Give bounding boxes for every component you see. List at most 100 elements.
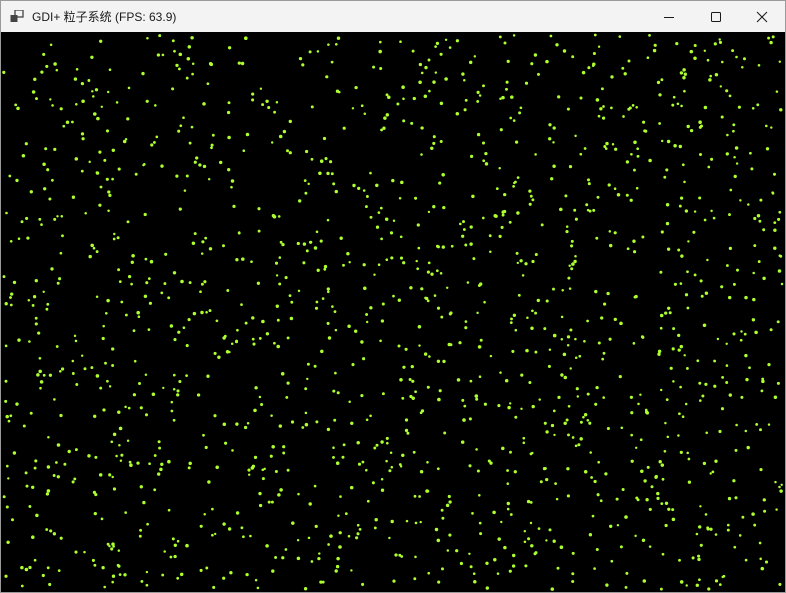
particle [522, 436, 526, 440]
particle [377, 263, 381, 266]
close-button[interactable] [739, 1, 785, 32]
particle [610, 106, 613, 110]
particle [348, 260, 351, 264]
particle [185, 76, 189, 80]
particle [182, 326, 186, 330]
particle [108, 385, 112, 388]
particle [384, 217, 389, 221]
particle [177, 67, 181, 71]
particle [625, 160, 630, 164]
particle [483, 402, 487, 406]
particle [222, 576, 226, 580]
particle [623, 72, 627, 76]
particle [506, 469, 510, 472]
particle [187, 466, 191, 470]
particle [202, 102, 206, 106]
particle [672, 327, 676, 331]
particle [338, 531, 342, 535]
particle [185, 174, 189, 178]
particle [780, 483, 783, 487]
minimize-button[interactable] [646, 1, 692, 32]
particle-field [1, 32, 785, 592]
particle [15, 402, 19, 406]
particle [625, 571, 629, 575]
particle [369, 306, 373, 310]
particle [534, 153, 537, 156]
particle [83, 550, 86, 554]
particle [621, 487, 625, 492]
particle [338, 545, 342, 549]
particle [170, 409, 174, 413]
particle [519, 259, 523, 263]
particle [714, 459, 718, 463]
particle [350, 569, 353, 572]
particle [601, 357, 605, 361]
particle [164, 252, 168, 256]
particle [53, 217, 57, 221]
particle [563, 375, 568, 380]
particle [365, 320, 369, 324]
particle [162, 386, 165, 390]
particle [46, 489, 51, 493]
particle [326, 290, 330, 294]
particle [571, 436, 575, 439]
particle [603, 302, 607, 306]
particle [401, 453, 405, 458]
maximize-button[interactable] [693, 1, 739, 32]
particle [314, 306, 319, 310]
particle [369, 171, 372, 175]
particle [118, 426, 123, 431]
particle [695, 532, 699, 536]
particle [46, 168, 50, 172]
particle [664, 421, 667, 425]
particle [773, 228, 777, 232]
particle [718, 40, 723, 44]
particle [631, 104, 635, 107]
particle [728, 393, 733, 397]
particle [373, 526, 377, 530]
particle [668, 311, 672, 315]
particle [489, 354, 493, 358]
particle [330, 60, 334, 64]
particle [261, 319, 265, 324]
particle [760, 389, 764, 393]
particle [685, 584, 688, 587]
particle [308, 502, 312, 506]
particle [160, 164, 164, 168]
particle [157, 472, 161, 476]
particle [636, 147, 640, 151]
particle [334, 371, 337, 375]
particle [615, 497, 619, 501]
particle [383, 116, 387, 120]
particle [619, 545, 623, 549]
particle [405, 519, 409, 523]
particle [130, 260, 134, 264]
particle [329, 534, 333, 538]
particle [463, 79, 466, 82]
title-bar[interactable]: GDI+ 粒子系统 (FPS: 63.9) [1, 1, 785, 32]
particle [537, 527, 541, 530]
particle [46, 465, 51, 469]
particle [117, 564, 121, 568]
particle [613, 231, 617, 235]
particle [222, 522, 226, 526]
particle [476, 99, 480, 103]
particle [191, 72, 194, 76]
particle [699, 399, 702, 402]
window-app-icon [10, 9, 24, 23]
particle [17, 237, 21, 240]
particle [497, 537, 501, 541]
particle [126, 117, 130, 121]
particle [315, 230, 319, 234]
particle [146, 36, 149, 40]
particle [565, 230, 569, 234]
particle [102, 324, 105, 328]
particle [213, 351, 217, 355]
particle [732, 479, 736, 483]
particle [591, 64, 595, 67]
particle [559, 545, 564, 549]
particle [172, 418, 176, 422]
particle [145, 570, 149, 574]
particle [449, 343, 453, 347]
particle [652, 48, 657, 53]
